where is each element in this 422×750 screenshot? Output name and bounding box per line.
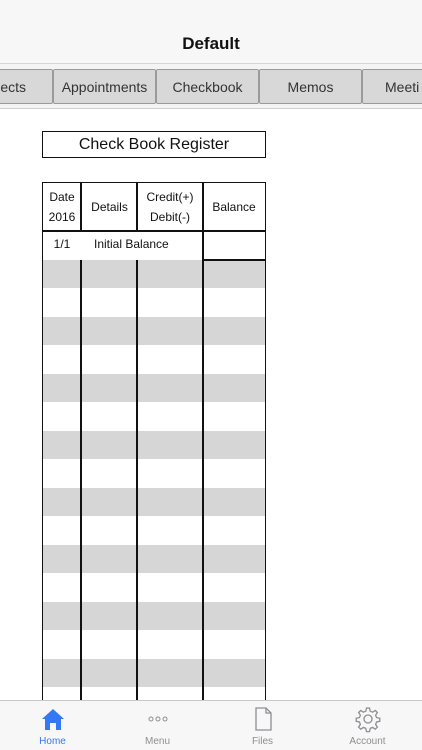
home-icon xyxy=(41,709,64,730)
table-row[interactable] xyxy=(43,260,265,288)
column-divider xyxy=(80,183,82,231)
tab-appointments[interactable]: Appointments xyxy=(53,69,156,104)
column-divider xyxy=(136,183,138,231)
initial-balance-date: 1/1 xyxy=(53,237,71,251)
initial-balance-input-bottom xyxy=(203,259,265,261)
table-row[interactable] xyxy=(43,431,265,459)
table-row[interactable] xyxy=(43,602,265,630)
date-header-label: Date xyxy=(49,190,75,204)
column-header-credit-debit: Credit(+) Debit(-) xyxy=(137,183,203,231)
initial-balance-details: Initial Balance xyxy=(94,237,169,251)
credit-header-label: Credit(+) xyxy=(146,190,194,204)
column-divider xyxy=(136,260,138,700)
checkbook-register-table: Date 2016 Details Credit(+) Debit(-) Bal… xyxy=(42,182,266,700)
column-divider xyxy=(202,183,204,700)
details-header-label: Details xyxy=(91,200,128,214)
tab-bar-files[interactable]: Files xyxy=(210,701,315,750)
tab-bar-menu[interactable]: Menu xyxy=(105,701,210,750)
tab-meetings[interactable]: Meeti xyxy=(362,69,422,104)
column-header-details: Details xyxy=(82,183,137,231)
gear-icon xyxy=(355,707,380,733)
tab-bar-account[interactable]: Account xyxy=(315,701,420,750)
bottom-tab-bar: Home Menu Files Account xyxy=(0,700,422,750)
tab-projects[interactable]: ects xyxy=(0,69,53,104)
tab-bar-account-label: Account xyxy=(349,736,386,747)
table-row[interactable] xyxy=(43,317,265,345)
tab-bar-files-label: Files xyxy=(251,736,274,747)
navigation-bar: Default xyxy=(0,0,422,64)
column-divider xyxy=(80,260,82,700)
balance-header-label: Balance xyxy=(212,200,256,214)
section-tab-strip[interactable]: ects Appointments Checkbook Memos Meeti xyxy=(0,64,422,109)
document-icon xyxy=(254,707,272,731)
table-row[interactable] xyxy=(43,545,265,573)
column-header-date: Date 2016 xyxy=(43,183,81,231)
table-row[interactable] xyxy=(43,374,265,402)
debit-header-label: Debit(-) xyxy=(149,210,190,224)
page-title: Default xyxy=(182,34,240,53)
column-header-balance: Balance xyxy=(203,183,265,231)
table-row[interactable] xyxy=(43,659,265,687)
tab-bar-home[interactable]: Home xyxy=(0,701,105,750)
tab-bar-menu-label: Menu xyxy=(144,736,170,747)
register-title: Check Book Register xyxy=(42,131,266,158)
tab-memos[interactable]: Memos xyxy=(259,69,362,104)
header-divider xyxy=(43,230,265,232)
tab-bar-home-label: Home xyxy=(39,736,66,747)
date-header-year: 2016 xyxy=(48,210,76,224)
table-row[interactable] xyxy=(43,488,265,516)
more-dots-icon xyxy=(148,716,167,722)
tab-checkbook[interactable]: Checkbook xyxy=(156,69,259,104)
